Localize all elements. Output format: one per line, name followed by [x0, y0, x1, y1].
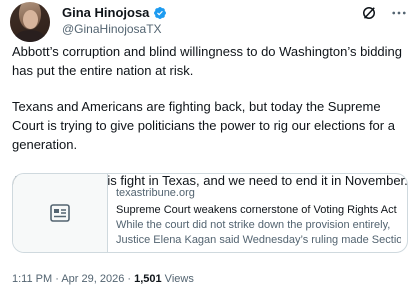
- link-card-body: texastribune.org Supreme Court weakens c…: [116, 186, 401, 248]
- avatar-face: [23, 10, 38, 29]
- link-card-title: Supreme Court weakens cornerstone of Vot…: [116, 204, 397, 216]
- more-icon[interactable]: [390, 4, 408, 22]
- header-actions: [360, 4, 408, 22]
- tweet: Gina Hinojosa @GinaHinojosaTX Abbott’s c…: [0, 0, 420, 299]
- verified-badge-icon: [154, 6, 167, 19]
- tweet-paragraph: Texans and Americans are fighting back, …: [12, 99, 395, 152]
- avatar[interactable]: [10, 2, 50, 42]
- link-card-description: While the court did not strike down the …: [116, 219, 391, 231]
- author-display-name[interactable]: Gina Hinojosa: [62, 5, 149, 20]
- tweet-paragraph: Abbott’s corruption and blind willingnes…: [12, 44, 403, 78]
- author-handle[interactable]: @GinaHinojosaTX: [62, 22, 162, 36]
- tweet-meta: 1:11 PM · Apr 29, 2026 · 1,501 Views: [12, 273, 194, 285]
- author-name-row: Gina Hinojosa: [62, 5, 167, 20]
- views-count: 1,501: [134, 273, 162, 285]
- link-card[interactable]: texastribune.org Supreme Court weakens c…: [12, 173, 408, 253]
- link-card-domain: texastribune.org: [116, 187, 195, 199]
- grok-icon[interactable]: [360, 4, 378, 22]
- link-card-thumbnail: [13, 174, 108, 252]
- timestamp[interactable]: 1:11 PM · Apr 29, 2026 ·: [12, 273, 134, 285]
- views-label: Views: [161, 273, 194, 285]
- link-card-description: Justice Elena Kagan said Wednesday’s rul…: [116, 234, 401, 246]
- article-icon: [50, 204, 70, 222]
